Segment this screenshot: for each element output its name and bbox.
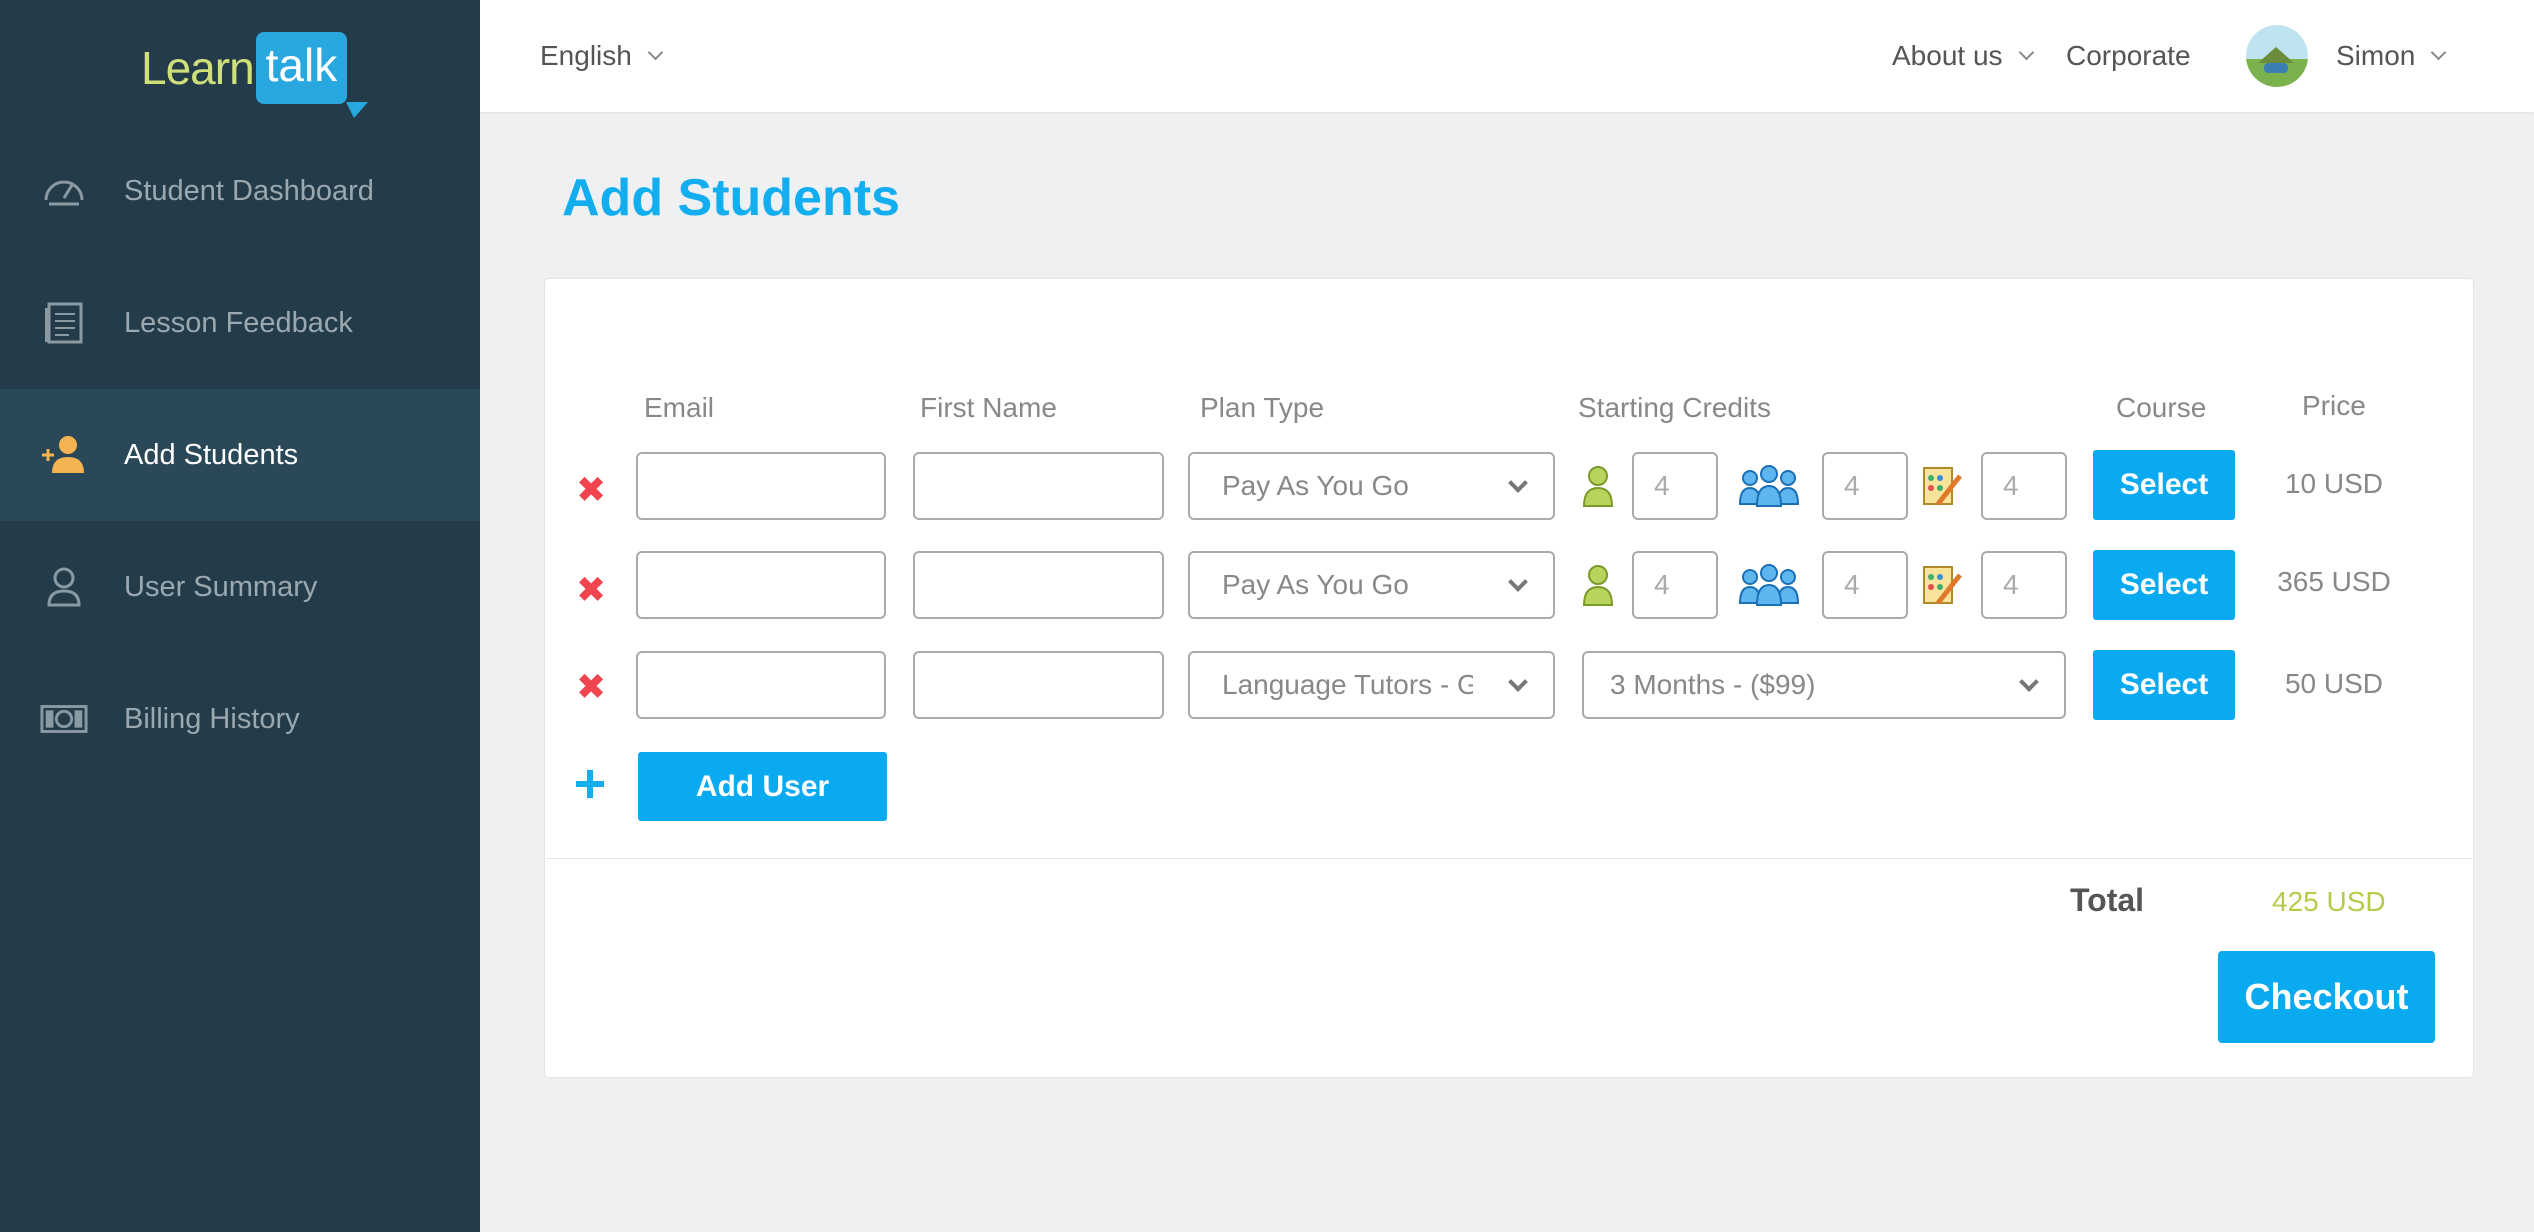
plan-type-select[interactable]: Pay As You Go — [1188, 551, 1555, 619]
worksheet-pencil-icon — [1923, 467, 1962, 506]
checkout-button[interactable]: Checkout — [2218, 951, 2435, 1043]
first-name-field[interactable] — [913, 452, 1164, 520]
plan-type-select[interactable]: Pay As You Go — [1188, 452, 1555, 520]
plan-type-value: Pay As You Go — [1222, 569, 1409, 600]
group-credits-input[interactable]: 4 — [1822, 452, 1908, 520]
language-dropdown[interactable]: English — [540, 0, 664, 112]
column-header-starting-credits: Starting Credits — [1578, 392, 1771, 423]
package-value: 3 Months - ($99) — [1610, 669, 1816, 700]
avatar — [2246, 25, 2308, 87]
email-field[interactable] — [636, 452, 886, 520]
first-name-field[interactable] — [913, 551, 1164, 619]
total-label: Total — [2070, 882, 2145, 918]
sidebar-item-label: Add Students — [124, 438, 299, 471]
user-menu[interactable]: Simon — [2246, 0, 2447, 112]
add-user-icon — [40, 431, 88, 479]
group-lesson-icon — [1738, 465, 1800, 507]
chevron-down-icon — [1508, 572, 1528, 592]
select-course-button[interactable]: Select — [2093, 550, 2235, 620]
remove-row-icon[interactable]: ✖ — [576, 572, 606, 608]
user-name: Simon — [2336, 40, 2416, 71]
sidebar-item-billing-history[interactable]: Billing History — [0, 653, 480, 785]
sidebar-item-label: Billing History — [124, 702, 300, 735]
first-name-field[interactable] — [913, 651, 1164, 719]
sidebar-item-add-students[interactable]: Add Students — [0, 389, 480, 521]
user-outline-icon — [40, 563, 88, 611]
plan-type-value: Pay As You Go — [1222, 470, 1409, 501]
logo-talk-text: talk — [255, 32, 368, 118]
learntalk-logo[interactable]: Learn talk — [141, 30, 368, 118]
sidebar: Learn talk Student Dashboard Lesson Feed… — [0, 0, 480, 1232]
money-bill-icon — [40, 695, 88, 743]
sidebar-item-label: Student Dashboard — [124, 174, 374, 207]
total-value: 425 USD — [2272, 886, 2386, 917]
about-us-menu[interactable]: About us — [1892, 0, 2034, 112]
plan-type-select[interactable]: Language Tutors - Gr — [1188, 651, 1555, 719]
sidebar-item-student-dashboard[interactable]: Student Dashboard — [0, 125, 480, 257]
logo-learn-text: Learn — [141, 42, 255, 94]
chevron-down-icon — [1508, 473, 1528, 493]
sidebar-item-label: User Summary — [124, 570, 318, 603]
homework-credits-input[interactable]: 4 — [1981, 452, 2067, 520]
group-lesson-icon — [1738, 564, 1800, 606]
select-course-button[interactable]: Select — [2093, 450, 2235, 520]
top-bar: English About us Corporate Simon — [480, 0, 2534, 112]
sidebar-item-user-summary[interactable]: User Summary — [0, 521, 480, 653]
private-credits-input[interactable]: 4 — [1632, 452, 1718, 520]
divider — [546, 858, 2472, 859]
email-field[interactable] — [636, 651, 886, 719]
chevron-down-icon — [2019, 672, 2039, 692]
column-header-first-name: First Name — [920, 392, 1057, 423]
row-price: 365 USD — [2277, 566, 2391, 597]
remove-row-icon[interactable]: ✖ — [576, 472, 606, 508]
column-header-course: Course — [2116, 392, 2207, 423]
row-price: 10 USD — [2284, 468, 2384, 499]
private-lesson-icon — [1582, 565, 1614, 606]
worksheet-pencil-icon — [1923, 566, 1962, 605]
corporate-label: Corporate — [2066, 40, 2191, 71]
language-label: English — [540, 40, 632, 71]
row-price: 50 USD — [2284, 668, 2384, 699]
column-header-plan-type: Plan Type — [1200, 392, 1325, 423]
chevron-down-icon — [1508, 672, 1528, 692]
plus-icon[interactable] — [572, 766, 608, 802]
add-user-button[interactable]: Add User — [638, 752, 887, 821]
remove-row-icon[interactable]: ✖ — [576, 669, 606, 705]
email-field[interactable] — [636, 551, 886, 619]
homework-credits-input[interactable]: 4 — [1981, 551, 2067, 619]
private-credits-input[interactable]: 4 — [1632, 551, 1718, 619]
document-list-icon — [40, 299, 88, 347]
private-lesson-icon — [1582, 466, 1614, 507]
sidebar-item-lesson-feedback[interactable]: Lesson Feedback — [0, 257, 480, 389]
column-header-email: Email — [644, 392, 715, 423]
about-us-label: About us — [1892, 40, 2003, 71]
group-credits-input[interactable]: 4 — [1822, 551, 1908, 619]
speedometer-icon — [40, 167, 88, 215]
corporate-link[interactable]: Corporate — [2066, 0, 2191, 112]
plan-type-value: Language Tutors - Gr — [1222, 669, 1473, 700]
column-header-price: Price — [2302, 390, 2366, 421]
sidebar-item-label: Lesson Feedback — [124, 306, 353, 339]
page-title: Add Students — [562, 169, 900, 227]
select-course-button[interactable]: Select — [2093, 650, 2235, 720]
package-select[interactable]: 3 Months - ($99) — [1582, 651, 2066, 719]
chevron-down-icon — [2431, 44, 2447, 60]
chevron-down-icon — [2018, 44, 2034, 60]
chevron-down-icon — [647, 44, 664, 60]
